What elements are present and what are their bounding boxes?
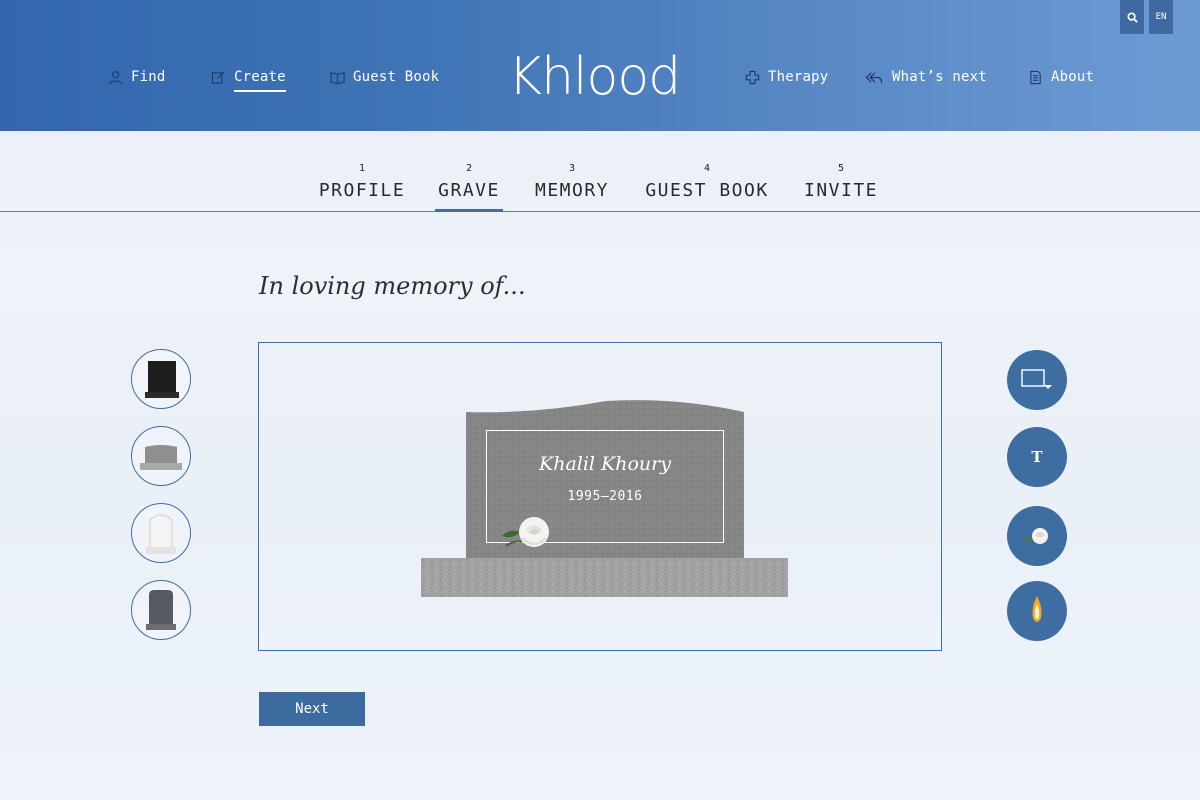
nav-about-label: About	[1051, 69, 1095, 85]
grey-headstone-icon	[140, 445, 182, 470]
step-name: PROFILE	[318, 180, 406, 201]
site-header: Find Create Guest Book Khlood Therapy Wh…	[0, 0, 1200, 131]
step-number: 4	[703, 163, 711, 174]
book-icon	[330, 71, 345, 84]
gravestone-style-white[interactable]	[131, 503, 191, 563]
gravestone-style-grey[interactable]	[131, 426, 191, 486]
search-button[interactable]	[1120, 0, 1144, 34]
text-tool-button[interactable]: T	[1007, 427, 1067, 487]
step-number: 3	[568, 163, 576, 174]
step-memory[interactable]: 3 MEMORY	[532, 162, 612, 201]
step-profile[interactable]: 1 PROFILE	[316, 162, 408, 201]
step-name: MEMORY	[534, 180, 610, 201]
nav-create[interactable]: Create	[211, 66, 286, 92]
step-guest-book[interactable]: 4 GUEST BOOK	[641, 162, 773, 201]
nav-create-label: Create	[234, 69, 286, 92]
reply-all-icon	[865, 71, 883, 83]
deceased-dates[interactable]: 1995–2016	[486, 489, 724, 504]
white-rose-icon[interactable]	[500, 510, 554, 554]
step-grave[interactable]: 2 GRAVE	[435, 162, 503, 201]
step-name: INVITE	[803, 180, 879, 201]
plus-icon	[745, 70, 760, 84]
step-number: 2	[465, 163, 473, 174]
khlood-logo-icon: Khlood	[508, 47, 681, 107]
next-button[interactable]: Next	[259, 692, 365, 726]
rose-icon	[1024, 528, 1048, 544]
slate-headstone-icon	[146, 590, 176, 630]
step-number: 5	[837, 163, 845, 174]
gravestone-style-slate[interactable]	[131, 580, 191, 640]
flower-tool-button[interactable]	[1007, 506, 1067, 566]
nav-find[interactable]: Find	[108, 66, 166, 88]
nav-guest-book[interactable]: Guest Book	[330, 66, 439, 88]
nav-about[interactable]: About	[1028, 66, 1094, 88]
document-icon	[1030, 70, 1041, 84]
nav-whats-next[interactable]: What’s next	[864, 66, 987, 88]
search-icon	[1126, 11, 1138, 23]
nav-therapy[interactable]: Therapy	[745, 66, 828, 88]
deceased-name[interactable]: Khalil Khoury	[486, 453, 724, 475]
black-headstone-icon	[145, 361, 179, 398]
nav-find-label: Find	[131, 69, 166, 85]
active-step-indicator	[435, 209, 503, 212]
frame-dropdown-icon	[1021, 369, 1052, 389]
nav-whats-next-label: What’s next	[892, 69, 987, 85]
user-icon	[109, 70, 122, 84]
edit-icon	[211, 70, 225, 84]
page-heading: In loving memory of...	[259, 272, 526, 300]
candle-flame-icon	[1032, 596, 1042, 622]
text-tool-label: T	[1031, 448, 1043, 466]
site-logo[interactable]: Khlood	[508, 44, 681, 107]
language-button[interactable]: EN	[1149, 0, 1173, 34]
candle-tool-button[interactable]	[1007, 581, 1067, 641]
background-tool-button[interactable]	[1007, 350, 1067, 410]
white-headstone-icon	[146, 514, 176, 554]
step-name: GUEST BOOK	[645, 180, 769, 201]
gravestone-style-black[interactable]	[131, 349, 191, 409]
step-invite[interactable]: 5 INVITE	[801, 162, 881, 201]
headstone-base	[421, 558, 788, 597]
nav-guest-book-label: Guest Book	[353, 69, 440, 85]
step-name: GRAVE	[438, 180, 500, 201]
nav-therapy-label: Therapy	[768, 69, 829, 85]
svg-text:Khlood: Khlood	[508, 47, 678, 100]
step-number: 1	[358, 163, 366, 174]
